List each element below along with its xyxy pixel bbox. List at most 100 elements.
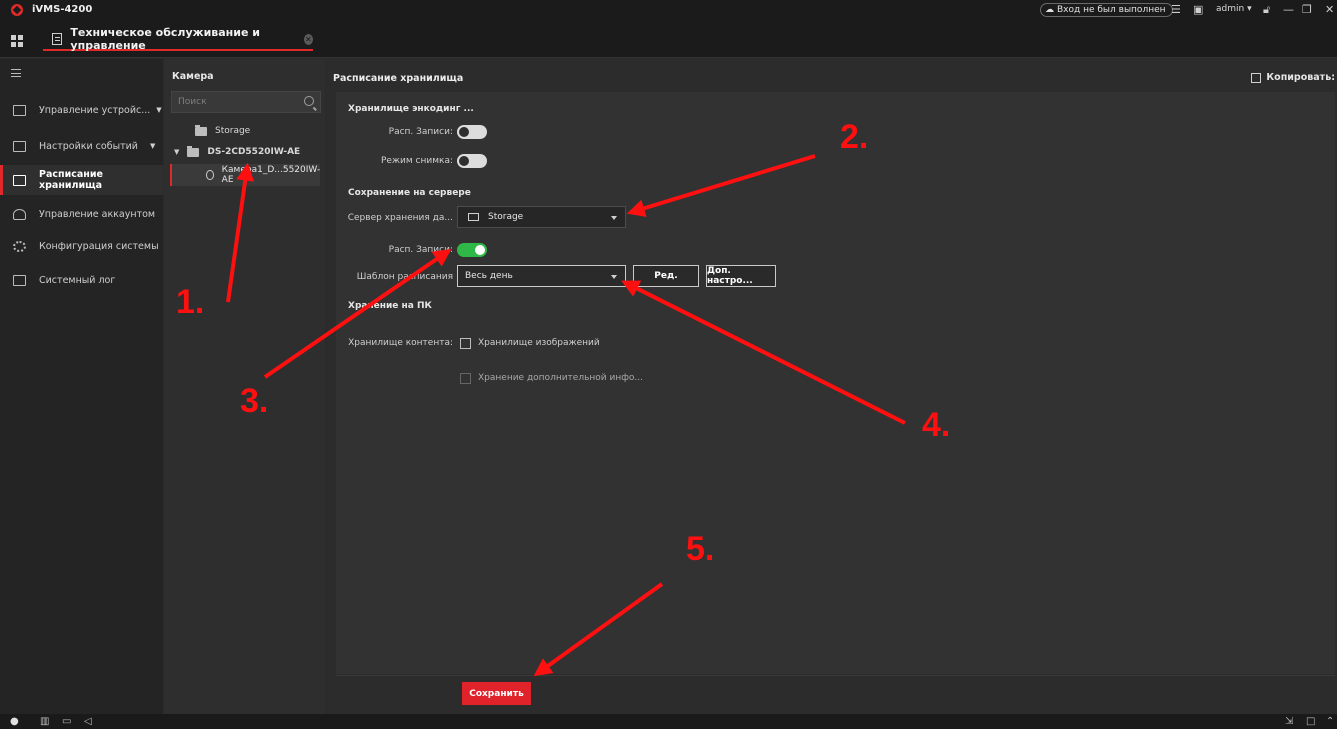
tree-item-label: Storage <box>215 126 251 136</box>
tab-label: Техническое обслуживание и управление <box>70 26 260 52</box>
user-name: admin <box>1216 4 1245 14</box>
storage-server-select[interactable]: Storage <box>457 206 626 228</box>
folder-icon <box>187 145 200 157</box>
sidebar-item-label: Настройки событий <box>39 140 138 152</box>
main-panel: Расписание хранилища Копировать: Хранили… <box>327 59 1337 714</box>
login-status-label: Вход не был выполнен <box>1057 5 1166 15</box>
image-storage-label: Хранилище изображений <box>478 338 600 348</box>
search-placeholder: Поиск <box>178 97 207 107</box>
alarm-icon[interactable]: ● <box>10 716 19 727</box>
device-icon <box>13 104 26 116</box>
chevron-down-icon: ▼ <box>149 142 156 150</box>
extra-info-storage-checkbox[interactable] <box>460 373 471 384</box>
app-title: iVMS-4200 <box>32 4 93 15</box>
list-icon[interactable]: ☰ <box>1171 3 1181 16</box>
sidebar: Управление устройс... ▼ Настройки событи… <box>0 59 163 714</box>
footer-divider <box>336 675 1335 676</box>
annotation-label-5: 5. <box>686 530 715 568</box>
lock-icon[interactable]: 🔓︎ <box>1263 3 1270 16</box>
edit-button[interactable]: Ред. <box>633 265 699 287</box>
chevron-down-icon <box>611 216 617 220</box>
schedule-template-value: Весь день <box>465 271 513 281</box>
tab-bar: Техническое обслуживание и управление ✕ <box>0 20 1337 58</box>
annotation-label-3: 3. <box>240 382 269 420</box>
server-record-toggle[interactable] <box>457 243 487 257</box>
expand-icon[interactable]: ⌃ <box>1326 716 1334 727</box>
image-storage-checkbox[interactable] <box>460 338 471 349</box>
extra-info-storage-label: Хранение дополнительной инфо... <box>478 373 644 383</box>
document-icon <box>52 33 63 45</box>
chevron-down-icon: ▼ <box>156 106 162 114</box>
storage-server-label: Сервер хранения да... <box>347 213 453 223</box>
advanced-settings-button[interactable]: Доп. настро... <box>706 265 776 287</box>
app-window: iVMS-4200 ☁ Вход не был выполнен ☰ ▣ adm… <box>0 0 1337 729</box>
sidebar-item-system-log[interactable]: Системный лог <box>0 265 163 295</box>
schedule-template-select[interactable]: Весь день <box>457 265 626 287</box>
tree-item-camera[interactable]: Камера1_D...5520IW-AE <box>170 164 320 186</box>
copy-label: Копировать: <box>1266 72 1335 83</box>
sidebar-item-system-config[interactable]: Конфигурация системы <box>0 231 163 261</box>
sidebar-item-label: Расписание хранилища <box>39 169 103 191</box>
annotation-label-4: 4. <box>922 406 951 444</box>
pin-icon[interactable]: ⇲ <box>1285 716 1293 727</box>
tree-item-label: DS-2CD5520IW-AE <box>207 147 301 157</box>
section-pc-storage: Хранение на ПК <box>348 301 432 311</box>
server-record-label: Расп. Записи: <box>388 245 453 255</box>
sidebar-item-event-settings[interactable]: Настройки событий ▼ <box>0 131 163 161</box>
snapshot-mode-label: Режим снимка: <box>380 156 453 166</box>
sound-icon[interactable]: ◁ <box>84 716 92 727</box>
save-button[interactable]: Сохранить <box>462 682 531 705</box>
encoding-record-label: Расп. Записи: <box>388 127 453 137</box>
tree-item-storage[interactable]: Storage <box>195 121 250 141</box>
sidebar-item-label: Системный лог <box>39 274 116 286</box>
event-icon <box>13 140 26 152</box>
title-bar: iVMS-4200 ☁ Вход не был выполнен ☰ ▣ adm… <box>0 0 1337 20</box>
camera-panel-title: Камера <box>172 71 214 82</box>
copy-button[interactable]: Копировать: <box>1251 72 1335 83</box>
chevron-down-icon <box>611 275 617 279</box>
sidebar-item-storage-schedule[interactable]: Расписание хранилища <box>0 165 163 195</box>
section-encoding-storage: Хранилище энкодинг ... <box>348 104 474 114</box>
sidebar-item-label: Управление устройс... <box>39 104 151 116</box>
camera-icon <box>206 170 214 180</box>
tab-close-icon[interactable]: ✕ <box>303 33 313 45</box>
restore-icon[interactable]: ❐ <box>1302 3 1312 16</box>
sidebar-item-label: Конфигурация системы <box>39 240 159 252</box>
page-title: Расписание хранилища <box>333 73 464 84</box>
section-server-storage: Сохранение на сервере <box>348 188 471 198</box>
encoding-record-toggle[interactable] <box>457 125 487 139</box>
sidebar-item-account-management[interactable]: Управление аккаунтом <box>0 199 163 229</box>
snapshot-mode-toggle[interactable] <box>457 154 487 168</box>
login-status-button[interactable]: ☁ Вход не был выполнен <box>1040 3 1173 17</box>
status-bar: ● ▥ ▭ ◁ ⇲ □ ⌃ <box>0 714 1337 729</box>
window-icon[interactable]: □ <box>1306 716 1315 727</box>
app-logo-icon <box>11 4 23 16</box>
search-input[interactable]: Поиск <box>171 91 321 113</box>
sidebar-item-device-management[interactable]: Управление устройс... ▼ <box>0 95 163 125</box>
main-header: Расписание хранилища Копировать: <box>327 69 1337 87</box>
grid-menu-icon[interactable] <box>11 35 23 47</box>
person-icon <box>13 208 26 220</box>
hamburger-icon[interactable] <box>11 69 21 77</box>
storage-icon <box>13 174 26 186</box>
image-icon[interactable]: ▣ <box>1193 3 1203 16</box>
storage-server-value: Storage <box>488 212 524 222</box>
close-icon[interactable]: ✕ <box>1325 3 1334 16</box>
cloud-icon: ☁ <box>1045 5 1054 15</box>
annotation-label-1: 1. <box>176 283 205 321</box>
content-storage-label: Хранилище контента: <box>348 338 453 348</box>
gear-icon <box>13 240 26 252</box>
storage-server-icon <box>468 213 479 221</box>
schedule-template-label: Шаблон расписания <box>356 272 453 282</box>
user-menu[interactable]: admin ▾ <box>1216 4 1252 14</box>
trash-icon[interactable]: ▥ <box>40 716 49 727</box>
chevron-down-icon[interactable]: ▼ <box>174 148 179 156</box>
settings-form: Хранилище энкодинг ... Расп. Записи: Реж… <box>336 92 1335 674</box>
tab-maintenance[interactable]: Техническое обслуживание и управление ✕ <box>43 26 313 52</box>
annotation-label-2: 2. <box>840 118 869 156</box>
search-icon[interactable] <box>304 96 314 106</box>
tree-item-device[interactable]: ▼ DS-2CD5520IW-AE <box>174 142 300 162</box>
monitor-icon[interactable]: ▭ <box>62 716 71 727</box>
log-icon <box>13 274 26 286</box>
minimize-icon[interactable]: — <box>1283 3 1294 16</box>
